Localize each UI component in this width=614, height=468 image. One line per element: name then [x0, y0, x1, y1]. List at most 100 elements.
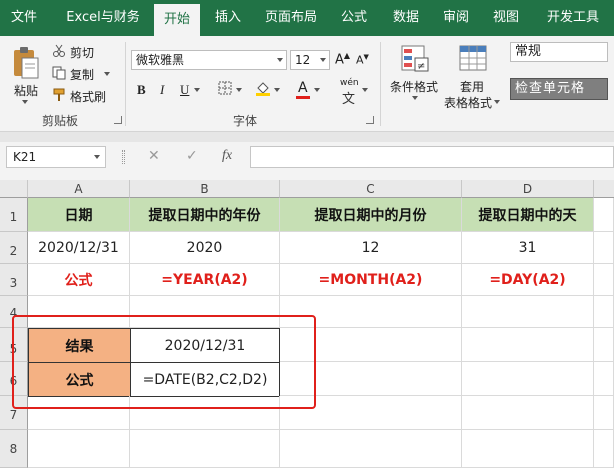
- formula-bar: K21 ✕ ✓ fx: [0, 142, 614, 172]
- cell-e7[interactable]: [594, 396, 614, 430]
- tab-developer[interactable]: 开发工具: [536, 0, 610, 36]
- copy-icon: [52, 66, 66, 80]
- cell-d8[interactable]: [462, 430, 594, 468]
- tab-excel-finance[interactable]: Excel与财务: [58, 0, 148, 36]
- font-dialog-launcher-icon[interactable]: [366, 116, 374, 124]
- conditional-format-icon: ≠: [400, 44, 430, 74]
- cell-c3[interactable]: =MONTH(A2): [280, 264, 462, 296]
- shrink-font-button[interactable]: A▼: [356, 53, 369, 67]
- font-name-select[interactable]: 微软雅黑: [131, 50, 287, 70]
- cell-e6[interactable]: [594, 362, 614, 396]
- column-header-d[interactable]: D: [462, 180, 594, 198]
- clipboard-group-label: 剪贴板: [41, 114, 78, 128]
- cancel-icon[interactable]: ✕: [148, 148, 160, 164]
- table-format-label-1[interactable]: 套用: [460, 78, 484, 95]
- column-header-b[interactable]: B: [130, 180, 280, 198]
- cell-b1[interactable]: 提取日期中的年份: [130, 198, 280, 232]
- cell-d3[interactable]: =DAY(A2): [462, 264, 594, 296]
- borders-icon[interactable]: [218, 81, 232, 95]
- fill-color-icon[interactable]: [255, 80, 271, 96]
- row-header-3[interactable]: 3: [0, 264, 28, 296]
- scissors-icon: [52, 44, 66, 58]
- font-name-caret[interactable]: [277, 58, 283, 62]
- cell-a3[interactable]: 公式: [28, 264, 130, 296]
- phonetic-caret[interactable]: [362, 88, 368, 92]
- row-header-2[interactable]: 2: [0, 232, 28, 264]
- cell-e5[interactable]: [594, 328, 614, 362]
- cell-d4[interactable]: [462, 296, 594, 328]
- name-box[interactable]: K21: [6, 146, 106, 168]
- cell-d6[interactable]: [462, 362, 594, 396]
- tab-data[interactable]: 数据: [384, 0, 428, 36]
- borders-caret[interactable]: [236, 88, 242, 92]
- tab-formulas[interactable]: 公式: [330, 0, 378, 36]
- table-format-icon: [458, 44, 488, 74]
- font-size-caret[interactable]: [320, 58, 326, 62]
- phonetic-glyph-icon: 文: [342, 92, 356, 107]
- tab-file[interactable]: 文件: [0, 0, 48, 36]
- format-painter-button[interactable]: 格式刷: [70, 88, 106, 105]
- cell-e4[interactable]: [594, 296, 614, 328]
- clipboard-dialog-launcher-icon[interactable]: [114, 116, 122, 124]
- cut-button[interactable]: 剪切: [70, 44, 94, 61]
- cell-e8[interactable]: [594, 430, 614, 468]
- group-divider: [380, 42, 381, 126]
- cell-e1[interactable]: [594, 198, 614, 232]
- style-normal[interactable]: 常规: [510, 42, 608, 62]
- cell-e2[interactable]: [594, 232, 614, 264]
- name-box-caret[interactable]: [94, 155, 100, 159]
- table-format-caret[interactable]: [494, 100, 500, 104]
- select-all-corner[interactable]: [0, 180, 28, 198]
- font-color-button[interactable]: A: [298, 80, 308, 96]
- cell-b3[interactable]: =YEAR(A2): [130, 264, 280, 296]
- column-header-c[interactable]: C: [280, 180, 462, 198]
- copy-dropdown-caret[interactable]: [104, 72, 110, 76]
- font-color-caret[interactable]: [314, 88, 320, 92]
- phonetic-button[interactable]: wén: [340, 78, 359, 88]
- formula-bar-grip[interactable]: [122, 150, 125, 164]
- paste-button[interactable]: 粘贴: [14, 82, 38, 99]
- insert-function-icon[interactable]: fx: [222, 148, 232, 164]
- paste-dropdown-caret[interactable]: [22, 100, 28, 104]
- font-color-swatch: [296, 96, 310, 99]
- cell-e3[interactable]: [594, 264, 614, 296]
- column-header-e[interactable]: [594, 180, 614, 198]
- row-header-8[interactable]: 8: [0, 430, 28, 468]
- cell-c1[interactable]: 提取日期中的月份: [280, 198, 462, 232]
- cell-d1[interactable]: 提取日期中的天: [462, 198, 594, 232]
- tab-review[interactable]: 审阅: [434, 0, 478, 36]
- row-header-1[interactable]: 1: [0, 198, 28, 232]
- conditional-format-button[interactable]: 条件格式: [390, 78, 438, 95]
- font-group-label: 字体: [232, 114, 257, 128]
- copy-button[interactable]: 复制: [70, 66, 94, 83]
- paste-icon[interactable]: [10, 44, 40, 80]
- italic-button[interactable]: I: [160, 82, 164, 98]
- tab-page-layout[interactable]: 页面布局: [256, 0, 326, 36]
- cell-d5[interactable]: [462, 328, 594, 362]
- underline-caret[interactable]: [194, 88, 200, 92]
- cell-b8[interactable]: [130, 430, 280, 468]
- cell-c2[interactable]: 12: [280, 232, 462, 264]
- table-format-label-2[interactable]: 表格格式: [444, 94, 492, 111]
- grow-font-button[interactable]: A▲: [335, 51, 350, 67]
- enter-icon[interactable]: ✓: [186, 148, 198, 164]
- cell-a8[interactable]: [28, 430, 130, 468]
- column-header-a[interactable]: A: [28, 180, 130, 198]
- conditional-format-caret[interactable]: [412, 96, 418, 100]
- bold-button[interactable]: B: [137, 82, 146, 98]
- fill-color-caret[interactable]: [274, 88, 280, 92]
- grid-gap: [0, 172, 614, 180]
- cell-a2[interactable]: 2020/12/31: [28, 232, 130, 264]
- format-painter-icon: [52, 88, 66, 102]
- cell-d7[interactable]: [462, 396, 594, 430]
- cell-a1[interactable]: 日期: [28, 198, 130, 232]
- formula-input[interactable]: [250, 146, 614, 168]
- cell-c8[interactable]: [280, 430, 462, 468]
- cell-d2[interactable]: 31: [462, 232, 594, 264]
- tab-home[interactable]: 开始: [154, 4, 200, 36]
- cell-b2[interactable]: 2020: [130, 232, 280, 264]
- tab-insert[interactable]: 插入: [206, 0, 250, 36]
- underline-button[interactable]: U: [180, 82, 189, 98]
- style-check-cell[interactable]: 检查单元格: [510, 78, 608, 100]
- tab-view[interactable]: 视图: [484, 0, 528, 36]
